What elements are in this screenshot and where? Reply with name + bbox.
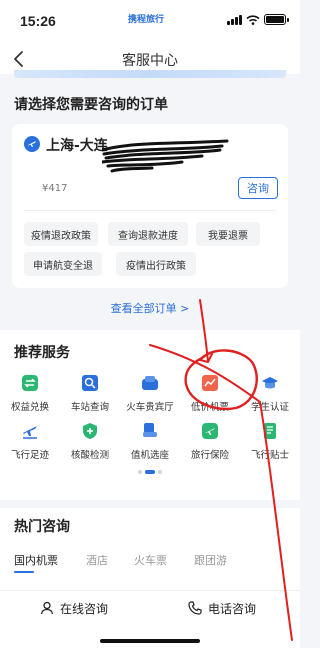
redaction-scribble (102, 139, 229, 173)
low-price-ticket-icon (202, 375, 218, 391)
consult-button[interactable]: 咨询 (238, 177, 278, 199)
banner-strip[interactable] (14, 70, 286, 78)
view-all-orders-link[interactable]: 查看全部订单 > (0, 300, 300, 316)
battery-icon (264, 14, 289, 25)
service-item[interactable]: 权益兑换 (0, 374, 60, 418)
chip-flight-change[interactable]: 申请航变全退 (24, 252, 102, 276)
page-title: 客服中心 (122, 53, 178, 69)
seat-icon (143, 423, 157, 437)
order-price: ¥417 (42, 183, 68, 194)
vip-lounge-icon (142, 376, 158, 390)
status-time: 15:26 (20, 13, 56, 29)
chip-policy[interactable]: 疫情退改政策 (24, 222, 98, 246)
phone-consult-button[interactable]: 电话咨询 (188, 597, 256, 619)
hot-panel: 热门咨询 国内机票 酒店 火车票 跟团游 (0, 508, 300, 598)
insurance-plane-icon (202, 423, 218, 439)
service-item[interactable]: 车站查询 (60, 374, 120, 418)
order-card[interactable]: 上海-大连 ¥417 咨询 疫情退改政策 查询退款进度 我要退票 申请航变全退 … (12, 124, 288, 288)
online-consult-button[interactable]: 在线咨询 (40, 597, 108, 619)
service-item[interactable]: 学生认证 (240, 374, 300, 418)
tips-book-icon (264, 423, 276, 439)
services-panel: 推荐服务 权益兑换 车站查询 火车贵宾厅 低价机票 学生认证 飞行足迹 核酸检测… (0, 330, 300, 500)
carousel-pager (0, 470, 300, 474)
wifi-icon (246, 14, 260, 25)
bottom-bar: 在线咨询 电话咨询 (0, 590, 300, 648)
phone-consult-label: 电话咨询 (208, 601, 257, 616)
orders-section-title: 请选择您需要咨询的订单 (14, 97, 168, 113)
chip-refund-progress[interactable]: 查询退款进度 (108, 222, 188, 246)
tab-domestic-flights[interactable]: 国内机票 (14, 552, 58, 568)
service-item[interactable]: 值机选座 (120, 422, 180, 466)
exchange-icon (22, 375, 38, 391)
home-indicator (100, 639, 200, 643)
service-item[interactable]: 飞行贴士 (240, 422, 300, 466)
service-item[interactable]: 飞行足迹 (0, 422, 60, 466)
status-icons (227, 14, 289, 25)
signal-icon (227, 14, 242, 25)
phone-icon (188, 601, 202, 615)
status-brand: 携程旅行 (128, 15, 165, 25)
tab-hotel[interactable]: 酒店 (86, 552, 108, 568)
divider (24, 210, 276, 211)
online-consult-label: 在线咨询 (60, 601, 109, 616)
status-bar: 15:26 携程旅行 (0, 0, 300, 44)
graduation-cap-icon (262, 377, 278, 389)
hot-section-title: 热门咨询 (14, 519, 70, 535)
active-tab-indicator (14, 571, 34, 573)
plane-icon (24, 136, 40, 152)
services-section-title: 推荐服务 (14, 345, 70, 361)
chip-refund[interactable]: 我要退票 (196, 222, 260, 246)
shield-plus-icon (83, 423, 97, 439)
service-item[interactable]: 核酸检测 (60, 422, 120, 466)
service-item[interactable]: 低价机票 (180, 374, 240, 418)
service-item[interactable]: 火车贵宾厅 (120, 374, 180, 418)
station-search-icon (82, 375, 98, 391)
service-item[interactable]: 旅行保险 (180, 422, 240, 466)
tab-group-tour[interactable]: 跟团游 (194, 552, 227, 568)
chip-travel-policy[interactable]: 疫情出行政策 (116, 252, 196, 276)
plane-trail-icon (23, 426, 37, 439)
order-route: 上海-大连 (46, 138, 108, 154)
person-icon (40, 601, 54, 615)
tab-train[interactable]: 火车票 (134, 552, 167, 568)
